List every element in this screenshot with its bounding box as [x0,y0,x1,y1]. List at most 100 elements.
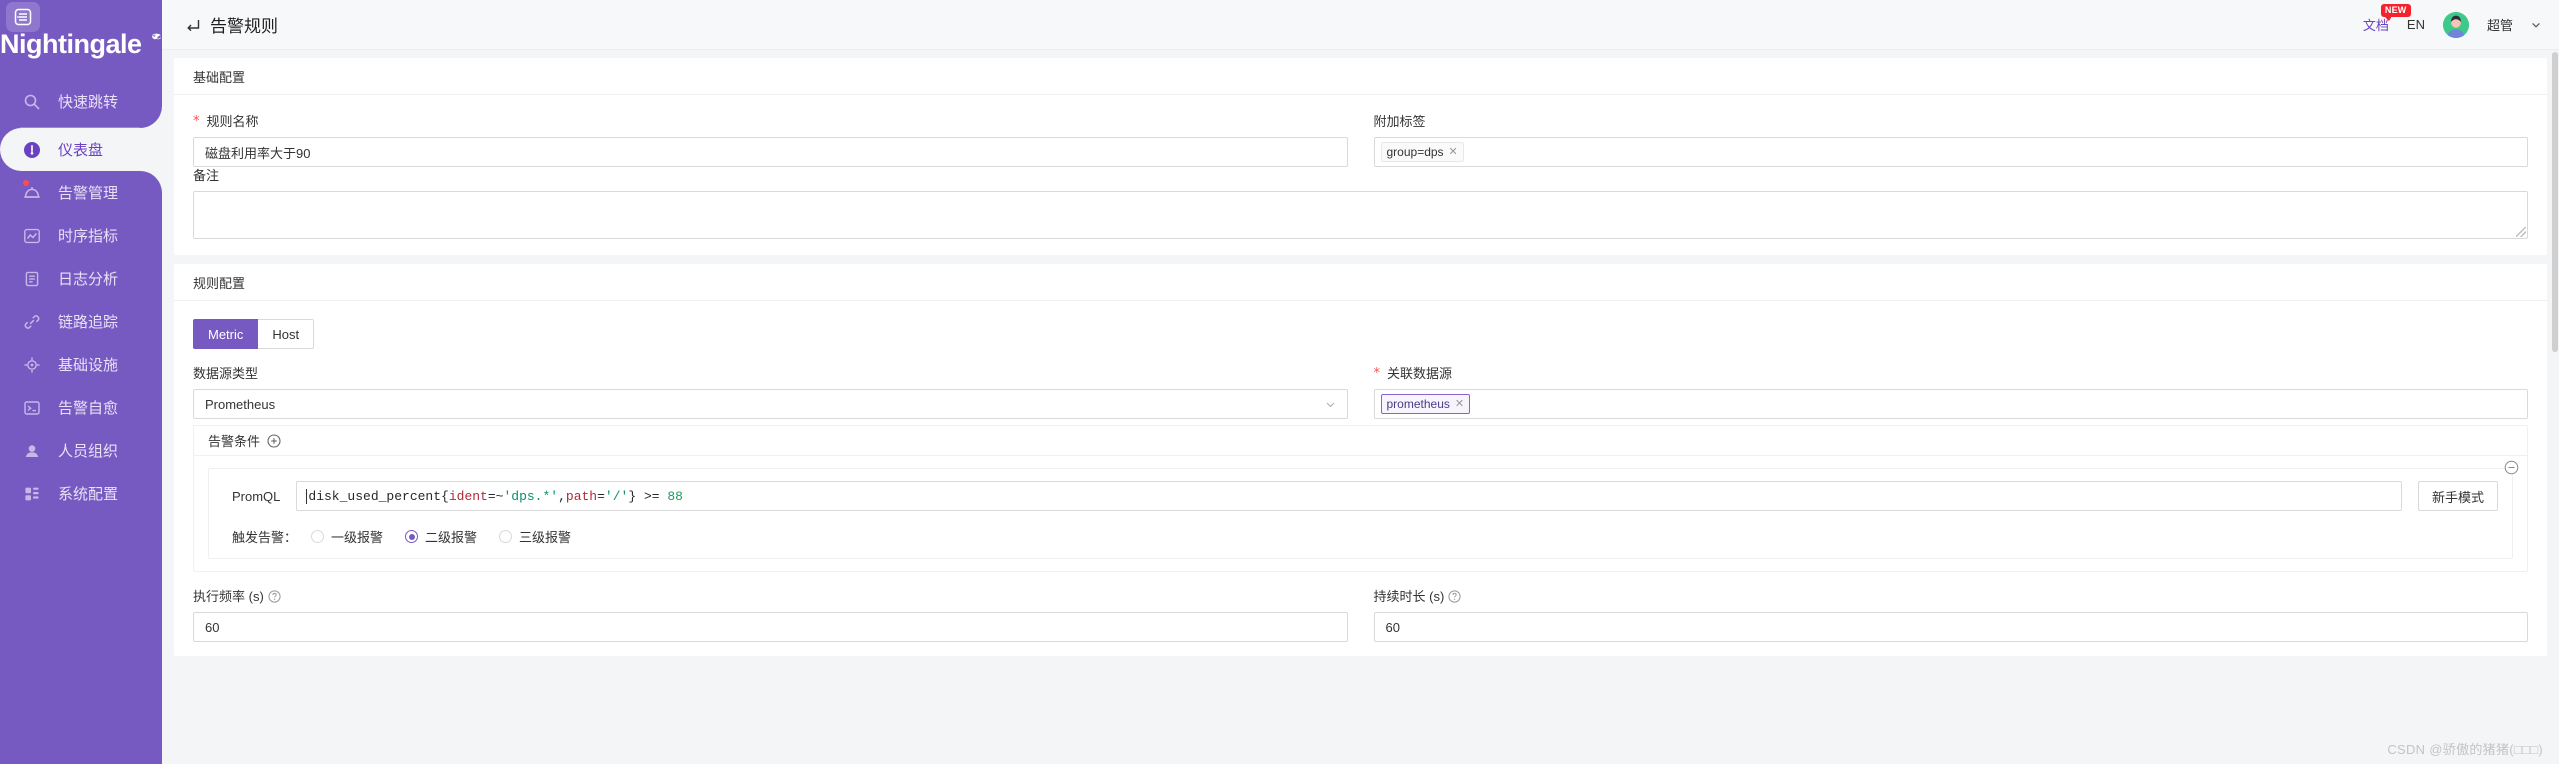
sidebar-item-logs[interactable]: 日志分析 [0,257,162,300]
note-textarea[interactable] [193,191,2528,239]
extra-tags-field: 附加标签 group=dps ✕ [1373,113,2528,167]
sidebar-item-infrastructure[interactable]: 基础设施 [0,343,162,386]
user-name[interactable]: 超管 [2487,15,2513,34]
sidebar-item-label: 系统配置 [58,486,119,503]
language-switch[interactable]: EN [2407,17,2425,32]
main-area: 告警规则 文档 NEW EN 超管 基础配置 * 规则名称 磁盘利用率大于90 … [162,0,2559,764]
trigger-level-label: 触发告警： [232,530,298,545]
sidebar-item-dashboard[interactable]: 仪表盘 [0,106,162,193]
promql-token: 88 [667,488,683,504]
radio-option-level3[interactable]: 三级报警 [499,527,571,546]
vertical-scrollbar[interactable] [2551,50,2559,764]
datasource-type-field: 数据源类型 Prometheus [193,365,1348,419]
sidebar-item-metrics[interactable]: 时序指标 [0,214,162,257]
question-circle-icon[interactable] [1448,590,1461,603]
link-trace-icon [22,312,42,332]
basic-config-body: 规则名称 磁盘利用率大于90 附加标签 group=dps ✕ [174,95,2547,255]
close-icon[interactable]: ✕ [1449,146,1458,158]
radio-label: 三级报警 [519,530,572,545]
sidebar-item-tracing[interactable]: 链路追踪 [0,300,162,343]
user-icon [22,441,42,461]
duration-input[interactable]: 60 [1373,612,2528,642]
tag-chip: prometheus ✕ [1380,394,1471,414]
promql-token: { [441,488,449,504]
exec-frequency-input[interactable]: 60 [193,612,1348,642]
topbar: 告警规则 文档 NEW EN 超管 [162,0,2559,50]
datasource-type-value: Prometheus [205,396,276,412]
extra-tags-label: 附加标签 [1373,114,1426,129]
datasource-type-select[interactable]: Prometheus [193,389,1348,419]
radio-button[interactable] [311,530,325,543]
related-datasource-label: 关联数据源 [1374,365,2529,382]
sidebar-item-quick-jump[interactable]: 快速跳转 [0,80,162,123]
duration-label: 持续时长 (s) [1374,588,2529,605]
datasource-type-label: 数据源类型 [193,366,259,381]
promql-token: ident [448,488,488,504]
sidebar-item-self-healing[interactable]: 告警自愈 [0,386,162,429]
radio-button[interactable] [405,530,419,543]
tab-host[interactable]: Host [258,319,315,349]
plus-circle-icon[interactable] [267,433,281,448]
promql-token: 'dps.*' [503,488,559,504]
sidebar-item-label: 告警管理 [58,185,119,202]
tab-metric[interactable]: Metric [193,319,259,349]
duration-label-text: 持续时长 (s) [1373,589,1445,604]
menu-collapse-icon[interactable] [6,2,40,32]
close-icon[interactable]: ✕ [1455,398,1464,410]
radio-option-level2[interactable]: 二级报警 [405,527,477,546]
grid-blocks-icon [22,484,42,504]
alert-conditions-section: 告警条件 PromQL disk_used_percent {ident =~… [193,425,2528,572]
target-crosshair-icon [22,355,42,375]
related-datasource-input[interactable]: prometheus ✕ [1373,389,2528,419]
sidebar-nav: 快速跳转 仪表盘 告警管理 时序指标 日志分析 链路追踪 基础设施 告警自愈 人… [0,78,162,515]
sidebar: Nightingale 快速跳转 仪表盘 告警管理 时序指标 日志分析 链路追踪… [0,0,162,764]
sidebar-item-label: 链路追踪 [58,314,119,331]
radio-option-level1[interactable]: 一级报警 [311,527,383,546]
promql-token: >= [636,488,668,504]
chevron-down-icon[interactable] [2531,20,2541,30]
docs-link[interactable]: 文档 NEW [2363,4,2411,34]
rule-name-label: 规则名称 [193,113,1348,130]
promql-input[interactable]: disk_used_percent{ident =~'dps.*', path = '/… [296,481,2402,511]
sidebar-item-label: 基础设施 [58,357,119,374]
rule-type-tabs: Metric Host [193,319,2528,349]
page-title: 告警规则 [210,17,278,36]
promql-row: PromQL disk_used_percent{ident =~'dps.*',… [223,481,2498,511]
promql-token: , [558,488,566,504]
rule-config-card: 规则配置 Metric Host 数据源类型 Prometheus * 关联数据… [174,264,2547,656]
tag-chip-label: prometheus [1386,397,1450,411]
radio-label: 二级报警 [425,530,478,545]
user-avatar[interactable] [2442,11,2469,38]
sidebar-item-alarm-management[interactable]: 告警管理 [0,171,162,214]
back-arrow-icon[interactable] [184,16,202,34]
alarm-bell-icon [22,183,42,203]
line-chart-icon [22,226,42,246]
sidebar-item-system-config[interactable]: 系统配置 [0,472,162,515]
duration-field: 持续时长 (s) 60 [1373,588,2529,642]
promql-token: disk_used_percent [308,488,442,504]
radio-label: 一级报警 [331,530,384,545]
exec-frequency-label-text: 执行频率 (s) [193,589,264,604]
resize-grip-icon[interactable] [2516,227,2526,237]
exec-frequency-field: 执行频率 (s) 60 [193,588,1348,642]
radio-button[interactable] [499,530,513,543]
sidebar-item-label: 日志分析 [58,271,119,288]
tag-chip-label: group=dps [1386,145,1444,159]
note-field: 备注 [193,167,2528,239]
sidebar-item-organization[interactable]: 人员组织 [0,429,162,472]
minus-circle-icon[interactable] [2504,460,2519,475]
rule-config-body: Metric Host 数据源类型 Prometheus * 关联数据源 pro… [174,301,2547,656]
question-circle-icon[interactable] [268,590,281,603]
beginner-mode-button[interactable]: 新手模式 [2417,481,2498,511]
timing-row: 执行频率 (s) 60 持续时长 (s) 60 [193,588,2528,642]
scrollbar-thumb[interactable] [2552,52,2558,352]
rule-name-input[interactable]: 磁盘利用率大于90 [193,137,1348,167]
note-label: 备注 [193,168,220,183]
trigger-level-row: 触发告警： 一级报警 二级报警 三级报警 [223,527,2498,546]
extra-tags-input[interactable]: group=dps ✕ [1373,137,2528,167]
related-datasource-field: 关联数据源 prometheus ✕ [1373,365,2529,419]
new-badge: NEW [2380,4,2411,21]
basic-row-1: 规则名称 磁盘利用率大于90 附加标签 group=dps ✕ [193,113,2528,167]
rule-config-heading: 规则配置 [174,264,2547,301]
exec-frequency-label: 执行频率 (s) [193,588,1348,605]
